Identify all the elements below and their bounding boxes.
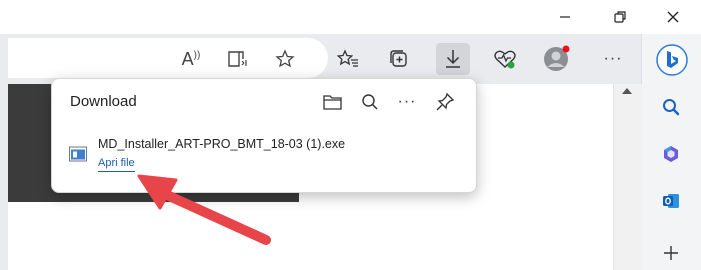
annotation-arrow: [137, 174, 271, 245]
